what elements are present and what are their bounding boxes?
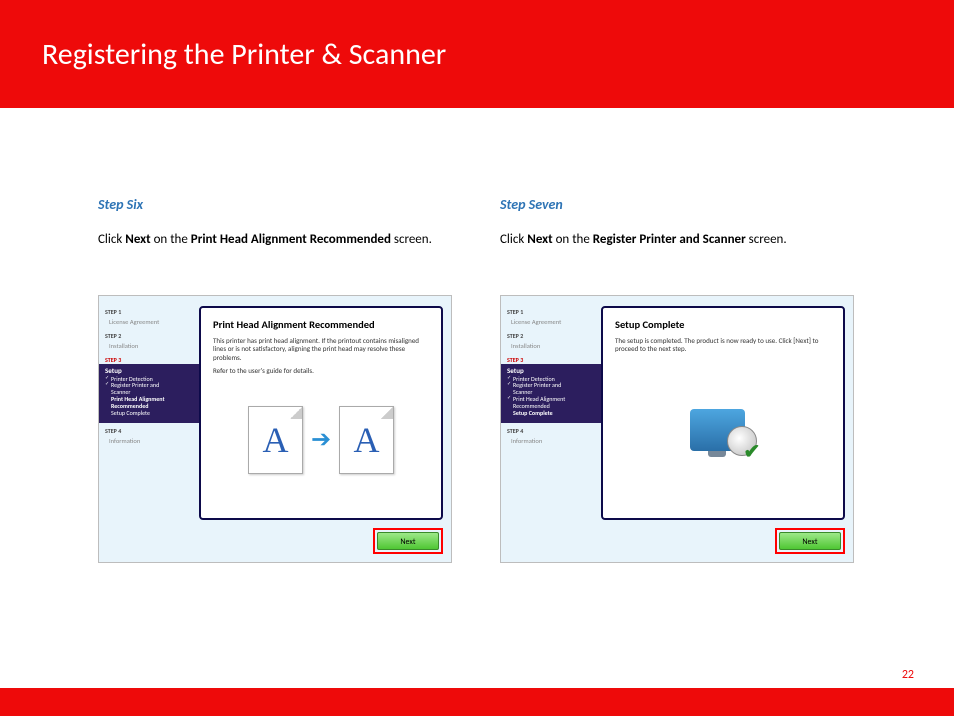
step-label: Step Six [98, 196, 452, 213]
sidebar-step3: STEP 3 [105, 356, 193, 364]
sidebar-step1-sub: License Agreement [109, 318, 193, 326]
page-after-icon: A [339, 406, 394, 474]
page-before-icon: A [248, 406, 303, 474]
wizard-panel: Print Head Alignment Recommended This pr… [199, 306, 443, 520]
checkmark-icon: ✔ [744, 439, 762, 457]
wizard-sidebar: STEP 1 License Agreement STEP 2 Installa… [99, 296, 199, 562]
sidebar-step1: STEP 1 [105, 308, 193, 316]
page-footer: 22 [0, 688, 954, 716]
panel-text: This printer has print head alignment. I… [213, 337, 429, 363]
panel-text: Refer to the user's guide for details. [213, 367, 429, 376]
step-instructions: Click Next on the Print Head Alignment R… [98, 231, 452, 249]
sidebar-step1-sub: License Agreement [511, 318, 595, 326]
page-number: 22 [902, 668, 914, 682]
next-button[interactable]: Next [377, 532, 439, 550]
wizard-screenshot: STEP 1 License Agreement STEP 2 Installa… [500, 295, 854, 563]
sidebar-step2-sub: Installation [109, 342, 193, 350]
next-highlight: Next [373, 528, 443, 554]
page-header: Registering the Printer & Scanner [0, 0, 954, 108]
sidebar-step4: STEP 4 [105, 427, 193, 435]
disc-icon: ✔ [727, 426, 757, 456]
column-step7: Step Seven Click Next on the Register Pr… [500, 196, 860, 563]
sidebar-step1: STEP 1 [507, 308, 595, 316]
sidebar-setup-block: Setup Printer Detection Register Printer… [99, 364, 199, 423]
wizard-panel: Setup Complete The setup is completed. T… [601, 306, 845, 520]
column-step6: Step Six Click Next on the Print Head Al… [98, 196, 452, 563]
arrow-right-icon: ➔ [311, 425, 331, 454]
sidebar-step2-sub: Installation [511, 342, 595, 350]
sidebar-step3: STEP 3 [507, 356, 595, 364]
sidebar-step2: STEP 2 [507, 332, 595, 340]
next-highlight: Next [775, 528, 845, 554]
step-instructions: Click Next on the Register Printer and S… [500, 231, 860, 249]
step-label: Step Seven [500, 196, 860, 213]
sidebar-step2: STEP 2 [105, 332, 193, 340]
sidebar-step4-sub: Information [109, 437, 193, 445]
next-button[interactable]: Next [779, 532, 841, 550]
page-title: Registering the Printer & Scanner [42, 36, 446, 73]
panel-title: Setup Complete [615, 318, 831, 331]
sidebar-step4-sub: Information [511, 437, 595, 445]
sidebar-step4: STEP 4 [507, 427, 595, 435]
panel-title: Print Head Alignment Recommended [213, 318, 429, 331]
wizard-screenshot: STEP 1 License Agreement STEP 2 Installa… [98, 295, 452, 563]
alignment-illustration: A ➔ A [213, 406, 429, 474]
sidebar-setup-block: Setup Printer Detection Register Printer… [501, 364, 601, 423]
content-area: Step Six Click Next on the Print Head Al… [0, 108, 954, 563]
wizard-sidebar: STEP 1 License Agreement STEP 2 Installa… [501, 296, 601, 562]
panel-text: The setup is completed. The product is n… [615, 337, 831, 355]
setup-complete-illustration: ✔ [615, 404, 831, 456]
